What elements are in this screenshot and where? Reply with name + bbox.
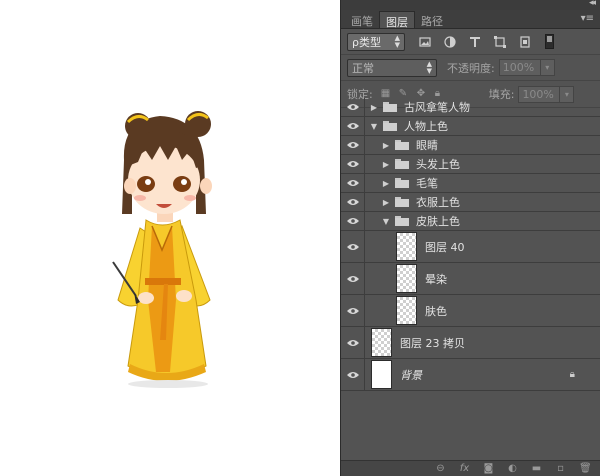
layer-name: 头发上色: [416, 158, 460, 171]
tab-brush[interactable]: 画笔: [345, 11, 379, 28]
select-arrows-icon: ▲ ▼: [426, 59, 432, 75]
filter-kind-select[interactable]: ρ类型 ▲ ▼: [347, 32, 405, 51]
layer-row[interactable]: ▶ 古风拿笔人物: [341, 98, 600, 117]
blend-row: 正常 ▲ ▼ 不透明度: 100% ▾: [341, 55, 600, 81]
layers-bottom-bar: ⊖ fx ◙ ◐ ▬ ▫ 🗑: [341, 460, 600, 476]
eye-icon[interactable]: [341, 136, 365, 154]
folder-icon: [395, 140, 409, 150]
layer-name: 眼睛: [416, 139, 438, 152]
layer-name: 图层 40: [425, 240, 465, 254]
layer-row[interactable]: 晕染: [341, 263, 600, 295]
filter-kind-label: ρ类型: [352, 35, 381, 49]
shape-filter-icon[interactable]: [494, 35, 506, 48]
eye-icon[interactable]: [341, 174, 365, 192]
collapsed-arrow-icon[interactable]: ▶: [381, 160, 391, 169]
blend-mode-select[interactable]: 正常 ▲ ▼: [347, 58, 437, 77]
collapsed-arrow-icon[interactable]: ▶: [381, 179, 391, 188]
mask-icon[interactable]: ◙: [483, 463, 494, 474]
type-filter-icon[interactable]: [469, 36, 481, 48]
expanded-arrow-icon[interactable]: ▼: [381, 217, 391, 226]
link-icon[interactable]: ⊖: [435, 463, 446, 474]
eye-icon[interactable]: [341, 359, 365, 390]
smart-object-filter-icon[interactable]: [519, 35, 531, 48]
layer-name: 皮肤上色: [416, 215, 460, 228]
eye-icon[interactable]: [341, 212, 365, 230]
folder-open-icon: [395, 216, 409, 226]
layer-name: 肤色: [425, 304, 447, 318]
layer-row[interactable]: ▼ 皮肤上色: [341, 212, 600, 231]
collapsed-arrow-icon[interactable]: ▶: [381, 198, 391, 207]
folder-icon: [395, 159, 409, 169]
collapse-icon[interactable]: ◂◂: [589, 0, 596, 8]
layer-thumbnail: [396, 296, 417, 325]
adjustment-filter-icon[interactable]: [444, 35, 456, 48]
layer-row[interactable]: ▶ 眼睛: [341, 136, 600, 155]
image-filter-icon[interactable]: [419, 36, 431, 48]
layer-row[interactable]: ▶ 衣服上色: [341, 193, 600, 212]
opacity-label: 不透明度:: [447, 61, 495, 75]
eye-icon[interactable]: [341, 263, 365, 294]
document-canvas[interactable]: [0, 0, 340, 476]
layers-panel: ◂◂ 画笔 图层 路径 ▾≡ ρ类型 ▲ ▼ 正常 ▲ ▼ 不透明度: 100% ▾: [340, 0, 600, 476]
opacity-input[interactable]: 100%: [498, 59, 541, 76]
panel-menu-icon[interactable]: ▾≡: [581, 13, 594, 24]
layer-row[interactable]: 背景 🔒︎: [341, 359, 600, 391]
layer-row[interactable]: 图层 40: [341, 231, 600, 263]
opacity-dropdown-icon[interactable]: ▾: [540, 59, 555, 76]
new-group-icon[interactable]: ▬: [531, 463, 542, 474]
blend-mode-label: 正常: [352, 61, 374, 75]
trash-icon[interactable]: 🗑: [579, 463, 592, 474]
tab-layers[interactable]: 图层: [379, 11, 415, 29]
eye-icon[interactable]: [341, 295, 365, 326]
eye-icon[interactable]: [341, 98, 365, 116]
folder-open-icon: [383, 121, 397, 131]
layer-name: 毛笔: [416, 177, 438, 190]
collapsed-arrow-icon[interactable]: ▶: [369, 103, 379, 112]
layer-thumbnail: [371, 360, 392, 389]
expanded-arrow-icon[interactable]: ▼: [369, 122, 379, 131]
adjustment-icon[interactable]: ◐: [507, 463, 518, 474]
eye-icon[interactable]: [341, 117, 365, 135]
eye-icon[interactable]: [341, 327, 365, 358]
layer-row[interactable]: ▼ 人物上色: [341, 117, 600, 136]
eye-icon[interactable]: [341, 193, 365, 211]
layer-thumbnail: [396, 264, 417, 293]
select-arrows-icon: ▲ ▼: [394, 33, 400, 49]
layer-name: 背景: [400, 368, 422, 382]
layers-list: ▶ 古风拿笔人物 ▼ 人物上色 ▶ 眼睛 ▶ 头发上色 ▶ 毛笔 ▶ 衣服上色 …: [341, 98, 600, 391]
layer-row[interactable]: 图层 23 拷贝: [341, 327, 600, 359]
folder-icon: [383, 102, 397, 112]
folder-icon: [395, 197, 409, 207]
eye-icon[interactable]: [341, 155, 365, 173]
folder-icon: [395, 178, 409, 188]
eye-icon[interactable]: [341, 231, 365, 262]
panel-tabs: 画笔 图层 路径 ▾≡: [341, 10, 600, 29]
fx-icon[interactable]: fx: [459, 463, 470, 474]
new-layer-icon[interactable]: ▫: [555, 463, 566, 474]
filter-row: ρ类型 ▲ ▼: [341, 29, 600, 55]
layer-lock-icon: 🔒︎: [569, 369, 575, 380]
panel-title-strip: ◂◂: [341, 0, 600, 10]
layer-name: 图层 23 拷贝: [400, 336, 465, 350]
layer-name: 衣服上色: [416, 196, 460, 209]
filter-toggle[interactable]: [545, 34, 554, 49]
layer-name: 古风拿笔人物: [404, 101, 470, 114]
layer-row[interactable]: ▶ 头发上色: [341, 155, 600, 174]
layer-name: 晕染: [425, 272, 447, 286]
layer-thumbnail: [371, 328, 392, 357]
tab-paths[interactable]: 路径: [415, 11, 449, 28]
collapsed-arrow-icon[interactable]: ▶: [381, 141, 391, 150]
layer-name: 人物上色: [404, 120, 448, 133]
layer-row[interactable]: ▶ 毛笔: [341, 174, 600, 193]
layer-row[interactable]: 肤色: [341, 295, 600, 327]
character-illustration: [112, 111, 212, 388]
layer-thumbnail: [396, 232, 417, 261]
filter-icons: [419, 35, 531, 48]
